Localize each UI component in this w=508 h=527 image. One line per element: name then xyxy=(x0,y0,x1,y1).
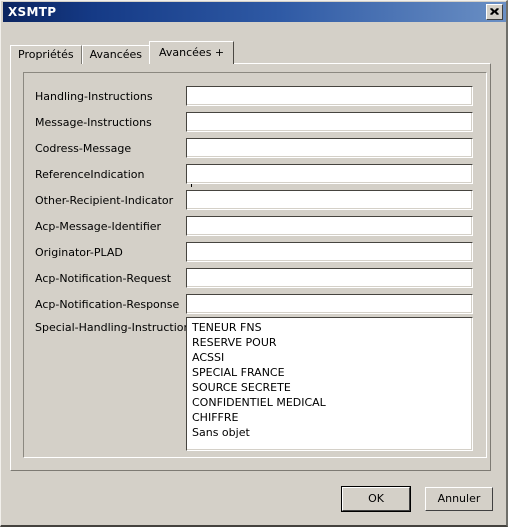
label-special-handling-instructions: Special-Handling-Instructions xyxy=(35,321,197,334)
list-item[interactable]: CHIFFRE xyxy=(187,410,472,425)
label-acp-message-identifier: Acp-Message-Identifier xyxy=(35,220,162,233)
input-other-recipient-indicator[interactable] xyxy=(186,190,473,210)
input-handling-instructions[interactable] xyxy=(186,86,473,106)
input-acp-message-identifier[interactable] xyxy=(186,216,473,236)
label-handling-instructions: Handling-Instructions xyxy=(35,90,153,103)
list-item[interactable]: TENEUR FNS xyxy=(187,320,472,335)
listbox-special-handling-instructions[interactable]: TENEUR FNS RESERVE POUR ACSSI SPECIAL FR… xyxy=(186,317,473,451)
tab-avancees-plus[interactable]: Avancées + xyxy=(149,41,235,64)
label-codress-message: Codress-Message xyxy=(35,142,132,155)
tab-proprietes[interactable]: Propriétés xyxy=(10,45,82,64)
label-reference-indication: ReferenceIndication xyxy=(35,168,145,181)
label-other-recipient-indicator: Other-Recipient-Indicator xyxy=(35,194,174,207)
input-reference-indication[interactable] xyxy=(186,164,473,184)
input-originator-plad[interactable] xyxy=(186,242,473,262)
list-item[interactable]: SPECIAL FRANCE xyxy=(187,365,472,380)
dialog-window: XSMTP Propriétés Avancées Avancées + Han… xyxy=(0,0,508,527)
title-bar: XSMTP xyxy=(3,2,506,22)
list-item[interactable]: CONFIDENTIEL MEDICAL xyxy=(187,395,472,410)
label-message-instructions: Message-Instructions xyxy=(35,116,152,129)
input-codress-message[interactable] xyxy=(186,138,473,158)
ok-button[interactable]: OK xyxy=(341,486,411,512)
tab-avancees[interactable]: Avancées xyxy=(81,45,151,64)
window-title: XSMTP xyxy=(8,5,57,19)
input-acp-notification-response[interactable] xyxy=(186,294,473,314)
list-item[interactable]: Sans objet xyxy=(187,425,472,440)
input-message-instructions[interactable] xyxy=(186,112,473,132)
label-acp-notification-response: Acp-Notification-Response xyxy=(35,298,180,311)
label-originator-plad: Originator-PLAD xyxy=(35,246,123,259)
close-icon[interactable] xyxy=(486,4,503,20)
tab-strip: Propriétés Avancées Avancées + xyxy=(10,41,235,64)
label-acp-notification-request: Acp-Notification-Request xyxy=(35,272,172,285)
list-item[interactable]: SOURCE SECRETE xyxy=(187,380,472,395)
list-item[interactable]: ACSSI xyxy=(187,350,472,365)
input-acp-notification-request[interactable] xyxy=(186,268,473,288)
list-item[interactable]: RESERVE POUR xyxy=(187,335,472,350)
cancel-button[interactable]: Annuler xyxy=(425,487,493,511)
